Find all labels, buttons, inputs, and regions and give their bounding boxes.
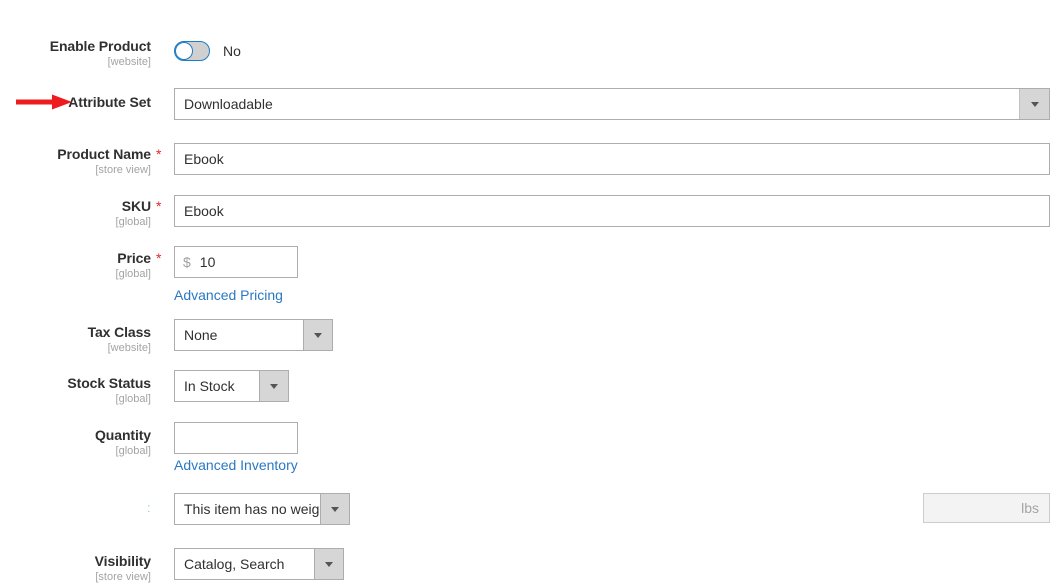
quantity-input[interactable] xyxy=(174,422,298,454)
chevron-down-icon[interactable] xyxy=(303,320,332,350)
label-text: Tax Class xyxy=(87,324,152,340)
toggle-knob-icon xyxy=(175,42,193,60)
scope-tag: [website] xyxy=(107,56,151,68)
sku-input[interactable] xyxy=(174,195,1050,227)
scope-tag: [global] xyxy=(115,268,151,280)
weight-type-select[interactable]: This item has no weight xyxy=(174,493,350,525)
visibility-select[interactable]: Catalog, Search xyxy=(174,548,344,580)
scope-tag: [global] xyxy=(115,445,151,457)
weight-type-value: This item has no weight xyxy=(184,501,320,517)
label-price: Price [global] xyxy=(0,250,152,281)
label-text: Stock Status xyxy=(67,375,151,391)
label-text: Price xyxy=(117,250,151,266)
label-text: Product Name xyxy=(57,146,151,162)
weight-unit-label: lbs xyxy=(1021,500,1039,516)
chevron-down-icon[interactable] xyxy=(314,549,343,579)
enable-product-toggle-group[interactable]: No xyxy=(174,41,241,61)
visibility-value: Catalog, Search xyxy=(184,556,285,572)
label-sku: SKU [global] xyxy=(0,198,152,229)
weight-value-input: lbs xyxy=(923,493,1050,523)
label-text: SKU xyxy=(121,198,151,214)
label-text: Quantity xyxy=(95,427,151,443)
label-quantity: Quantity [global] xyxy=(0,427,151,458)
toggle-value-label: No xyxy=(223,43,241,59)
scope-tag: [website] xyxy=(107,342,151,354)
required-indicator: * xyxy=(156,250,162,266)
product-name-input[interactable] xyxy=(174,143,1050,175)
label-enable-product: Enable Product [website] xyxy=(0,38,151,69)
currency-symbol: $ xyxy=(183,254,191,270)
chevron-down-icon[interactable] xyxy=(320,494,349,524)
label-tax-class: Tax Class [website] xyxy=(0,324,152,355)
toggle-switch[interactable] xyxy=(174,41,210,61)
chevron-down-icon[interactable] xyxy=(259,371,288,401)
stock-status-select[interactable]: In Stock xyxy=(174,370,289,402)
chevron-down-icon[interactable] xyxy=(1019,89,1049,119)
scope-tag: [global] xyxy=(115,216,151,228)
label-visibility: Visibility [store view] xyxy=(0,553,151,584)
attribute-set-value: Downloadable xyxy=(184,96,273,112)
price-value: 10 xyxy=(199,254,216,270)
scope-tag: [store view] xyxy=(95,571,151,583)
scope-tag: [global] xyxy=(115,393,151,405)
attribute-set-select[interactable]: Downloadable xyxy=(174,88,1050,120)
tax-class-select[interactable]: None xyxy=(174,319,333,351)
advanced-inventory-link[interactable]: Advanced Inventory xyxy=(174,457,298,473)
label-text: Enable Product xyxy=(49,38,151,54)
label-stock-status: Stock Status [global] xyxy=(0,375,151,406)
label-text: Visibility xyxy=(94,553,151,569)
annotation-arrow-icon xyxy=(16,94,72,110)
required-indicator: * xyxy=(156,146,162,162)
label-product-name: Product Name [store view] xyxy=(0,146,151,177)
weight-row-marker: : xyxy=(147,500,151,515)
required-indicator: * xyxy=(156,198,162,214)
stock-status-value: In Stock xyxy=(184,378,235,394)
scope-tag: [store view] xyxy=(95,164,151,176)
price-input[interactable]: $ 10 xyxy=(174,246,298,278)
advanced-pricing-link[interactable]: Advanced Pricing xyxy=(174,287,283,303)
tax-class-value: None xyxy=(184,327,218,343)
